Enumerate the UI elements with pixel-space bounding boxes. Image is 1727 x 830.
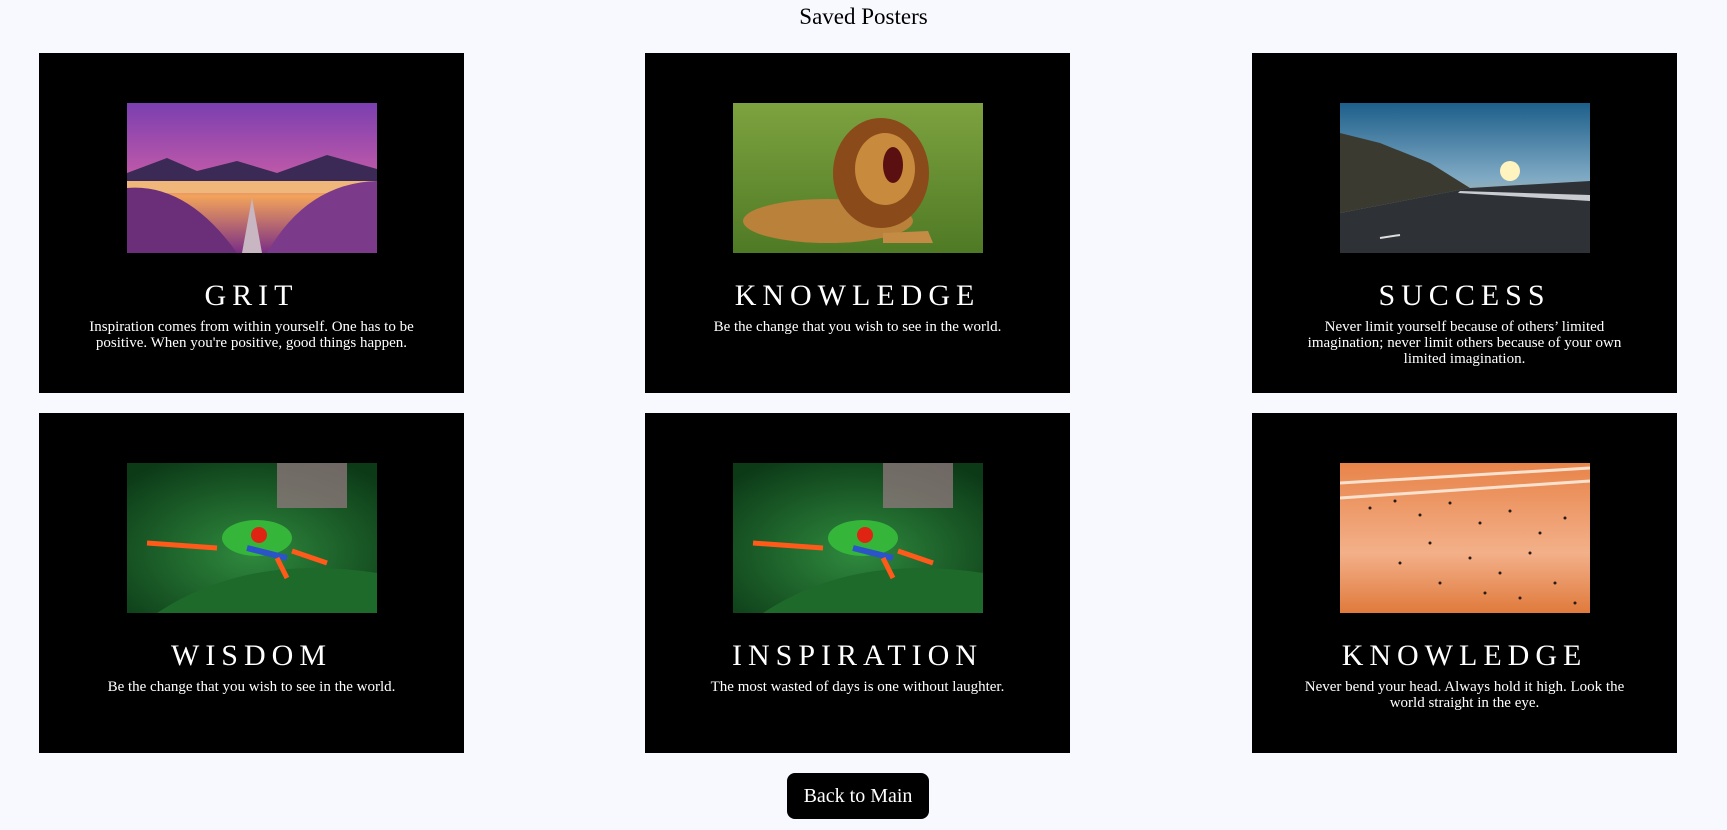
poster-title: KNOWLEDGE — [1341, 639, 1588, 672]
poster-quote: Be the change that you wish to see in th… — [107, 679, 396, 695]
page-title: Saved Posters — [799, 4, 928, 29]
poster-quote: The most wasted of days is one without l… — [710, 679, 1005, 695]
saved-posters-grid: GRIT Inspiration comes from within yours… — [39, 53, 1678, 753]
poster-title: KNOWLEDGE — [734, 279, 981, 312]
poster-title: INSPIRATION — [731, 639, 983, 672]
poster-image — [732, 463, 983, 613]
poster-image — [732, 103, 983, 253]
poster-title: SUCCESS — [1378, 279, 1551, 312]
poster-card[interactable]: INSPIRATION The most wasted of days is o… — [645, 413, 1070, 753]
poster-card[interactable]: KNOWLEDGE Never bend your head. Always h… — [1252, 413, 1677, 753]
poster-image — [1339, 463, 1590, 613]
poster-image — [126, 463, 377, 613]
poster-quote: Never bend your head. Always hold it hig… — [1304, 679, 1625, 711]
poster-quote: Inspiration comes from within yourself. … — [89, 319, 414, 351]
poster-image — [126, 103, 377, 253]
back-to-main-button[interactable]: Back to Main — [787, 773, 929, 819]
poster-quote: Be the change that you wish to see in th… — [713, 319, 1002, 335]
poster-card[interactable]: WISDOM Be the change that you wish to se… — [39, 413, 464, 753]
poster-quote: Never limit yourself because of others’ … — [1307, 319, 1622, 367]
poster-image — [1339, 103, 1590, 253]
poster-card[interactable]: SUCCESS Never limit yourself because of … — [1252, 53, 1677, 393]
poster-card[interactable]: GRIT Inspiration comes from within yours… — [39, 53, 464, 393]
poster-card[interactable]: KNOWLEDGE Be the change that you wish to… — [645, 53, 1070, 393]
poster-title: GRIT — [204, 279, 299, 312]
poster-title: WISDOM — [171, 639, 332, 672]
